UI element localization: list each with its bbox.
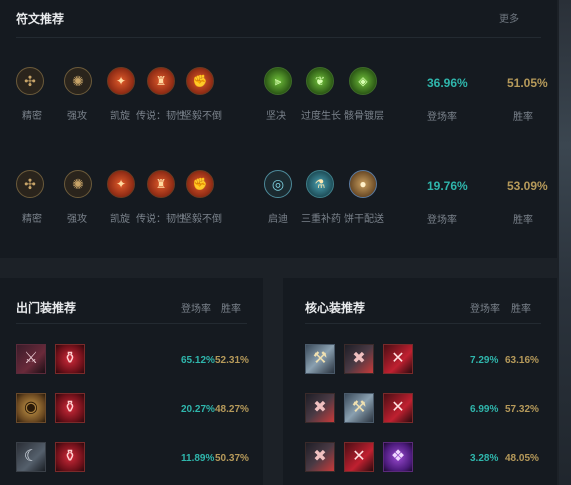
precision-icon: ✣ — [16, 170, 44, 198]
more-link[interactable]: 更多 — [499, 10, 519, 25]
win-rate: 48.27% — [215, 404, 249, 415]
dark-blade-icon: ✖ — [344, 344, 374, 374]
triumph-icon: ✦ — [107, 67, 135, 95]
bone-plating-icon: ◈ — [349, 67, 377, 95]
last-stand-icon: ✊ — [186, 170, 214, 198]
dark-blade-icon: ✖ — [305, 393, 335, 423]
inspiration-icon: ◎ — [264, 170, 292, 198]
steel-hammer-icon: ⚒ — [344, 393, 374, 423]
rune-label: 精密 — [22, 111, 42, 122]
win-rate: 51.05% — [507, 76, 548, 90]
legend-icon: ♜ — [147, 170, 175, 198]
keystone-icon: ✺ — [64, 170, 92, 198]
rune-label: 传说：韧性 — [136, 214, 186, 225]
rune-label: 凯旋 — [110, 214, 130, 225]
rune-label: 凯旋 — [110, 111, 130, 122]
appear-rate: 19.76% — [427, 179, 468, 193]
rune-label: 坚毅不倒 — [182, 111, 222, 122]
core-items-panel: 核心装推荐 登场率 胜率 ⚒ ✖ ✕ 7.29% 63.16% ✖ ⚒ ✕ 6.… — [283, 278, 557, 485]
appear-rate: 36.96% — [427, 76, 468, 90]
appear-rate: 7.29% — [470, 355, 499, 366]
legend-icon: ♜ — [147, 67, 175, 95]
triumph-icon: ✦ — [107, 170, 135, 198]
health-potion-icon: ⚱ — [55, 442, 85, 472]
win-rate-label: 胜率 — [513, 215, 533, 226]
resolve-icon: ⫸ — [264, 67, 292, 95]
steel-hammer-icon: ⚒ — [305, 344, 335, 374]
rune-recommend-panel: 符文推荐 更多 ✣ ✺ ✦ ♜ ✊ 精密 强攻 凯旋 传说：韧性 坚毅不倒 ⫸ … — [0, 0, 557, 258]
appear-rate: 11.89% — [181, 453, 215, 464]
col-win-rate: 胜率 — [511, 304, 531, 315]
win-rate: 63.16% — [505, 355, 539, 366]
col-appear-rate: 登场率 — [470, 304, 500, 315]
core-items-title: 核心装推荐 — [305, 301, 366, 315]
health-potion-icon: ⚱ — [55, 344, 85, 374]
dark-blade-icon: ✖ — [305, 442, 335, 472]
shield-icon: ◉ — [16, 393, 46, 423]
crimson-axe-icon: ✕ — [344, 442, 374, 472]
win-rate: 52.31% — [215, 355, 249, 366]
crimson-axe-icon: ✕ — [383, 344, 413, 374]
win-rate: 57.32% — [505, 404, 539, 415]
win-rate: 53.09% — [507, 179, 548, 193]
appear-rate: 65.12% — [181, 355, 215, 366]
appear-rate-label: 登场率 — [427, 215, 457, 226]
rune-label: 传说：韧性 — [136, 111, 186, 122]
col-win-rate: 胜率 — [221, 304, 241, 315]
rune-label: 坚决 — [266, 111, 286, 122]
purple-orb-icon: ❖ — [383, 442, 413, 472]
crimson-axe-icon: ✕ — [383, 393, 413, 423]
divider — [16, 37, 541, 38]
rune-label: 饼干配送 — [344, 214, 384, 225]
win-rate: 50.37% — [215, 453, 249, 464]
starting-items-panel: 出门装推荐 登场率 胜率 ⚔ ⚱ 65.12% 52.31% ◉ ⚱ 20.27… — [0, 278, 263, 485]
precision-icon: ✣ — [16, 67, 44, 95]
appear-rate: 20.27% — [181, 404, 215, 415]
rune-section-title: 符文推荐 — [16, 12, 65, 26]
rune-label: 启迪 — [268, 214, 288, 225]
last-stand-icon: ✊ — [186, 67, 214, 95]
appear-rate-label: 登场率 — [427, 112, 457, 123]
win-rate-label: 胜率 — [513, 112, 533, 123]
health-potion-icon: ⚱ — [55, 393, 85, 423]
rune-label: 三重补药 — [301, 214, 341, 225]
rune-label: 过度生长 — [301, 111, 341, 122]
divider — [305, 323, 541, 324]
rune-label: 骸骨镀层 — [344, 111, 384, 122]
triple-tonic-icon: ⚗ — [306, 170, 334, 198]
appear-rate: 3.28% — [470, 453, 499, 464]
rune-label: 强攻 — [67, 214, 87, 225]
keystone-icon: ✺ — [64, 67, 92, 95]
col-appear-rate: 登场率 — [181, 304, 211, 315]
rune-label: 强攻 — [67, 111, 87, 122]
rune-label: 精密 — [22, 214, 42, 225]
starting-items-title: 出门装推荐 — [16, 301, 77, 315]
rune-label: 坚毅不倒 — [182, 214, 222, 225]
divider — [16, 323, 247, 324]
background-strip — [559, 0, 571, 485]
overgrowth-icon: ❦ — [306, 67, 334, 95]
biscuit-icon: ● — [349, 170, 377, 198]
axe-icon: ☾ — [16, 442, 46, 472]
win-rate: 48.05% — [505, 453, 539, 464]
blade-icon: ⚔ — [16, 344, 46, 374]
appear-rate: 6.99% — [470, 404, 499, 415]
